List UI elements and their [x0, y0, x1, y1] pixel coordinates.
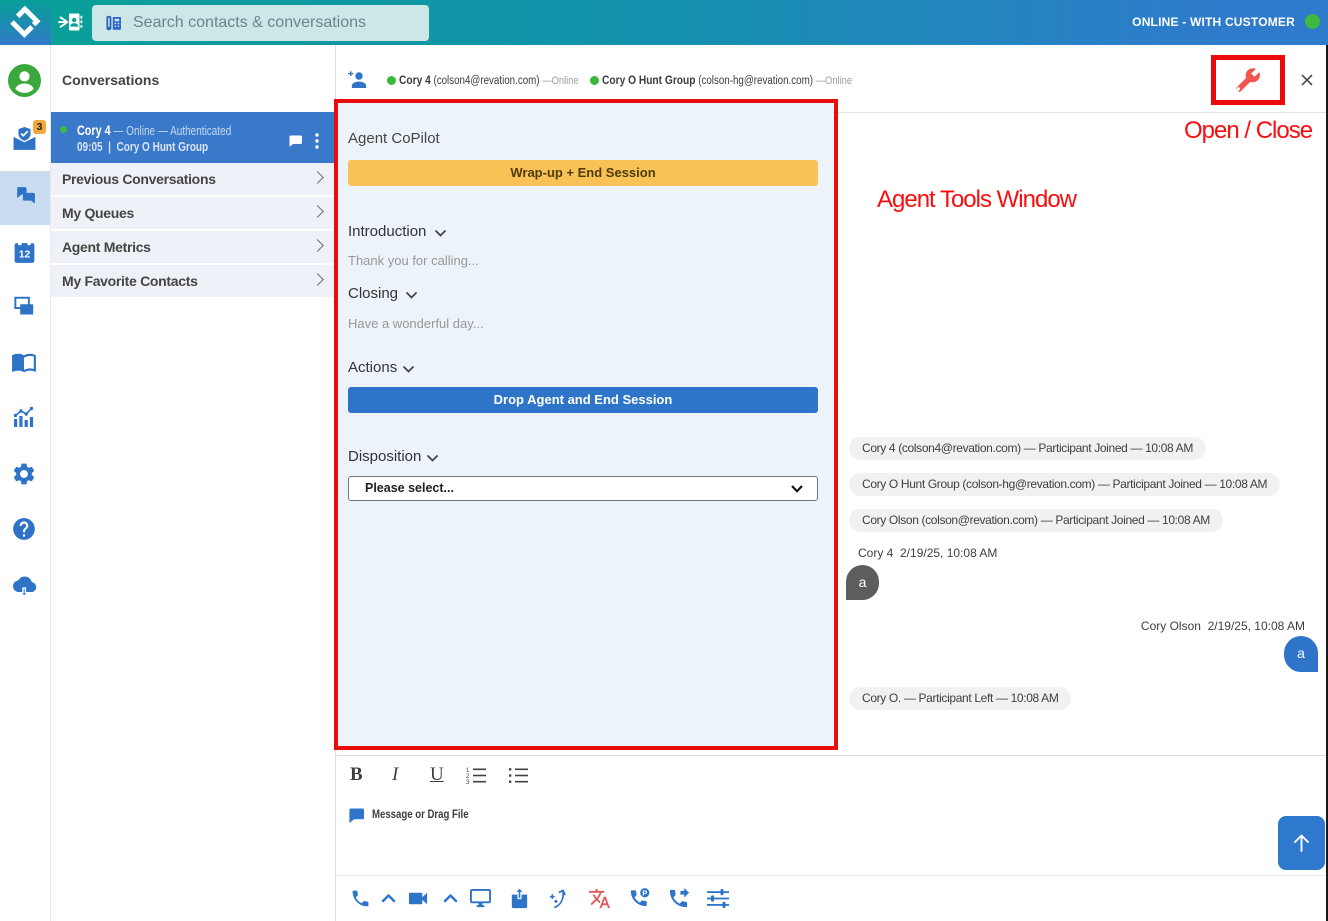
- svg-text:3: 3: [466, 780, 470, 784]
- svg-text:P: P: [642, 888, 647, 897]
- svg-text:12: 12: [19, 250, 31, 261]
